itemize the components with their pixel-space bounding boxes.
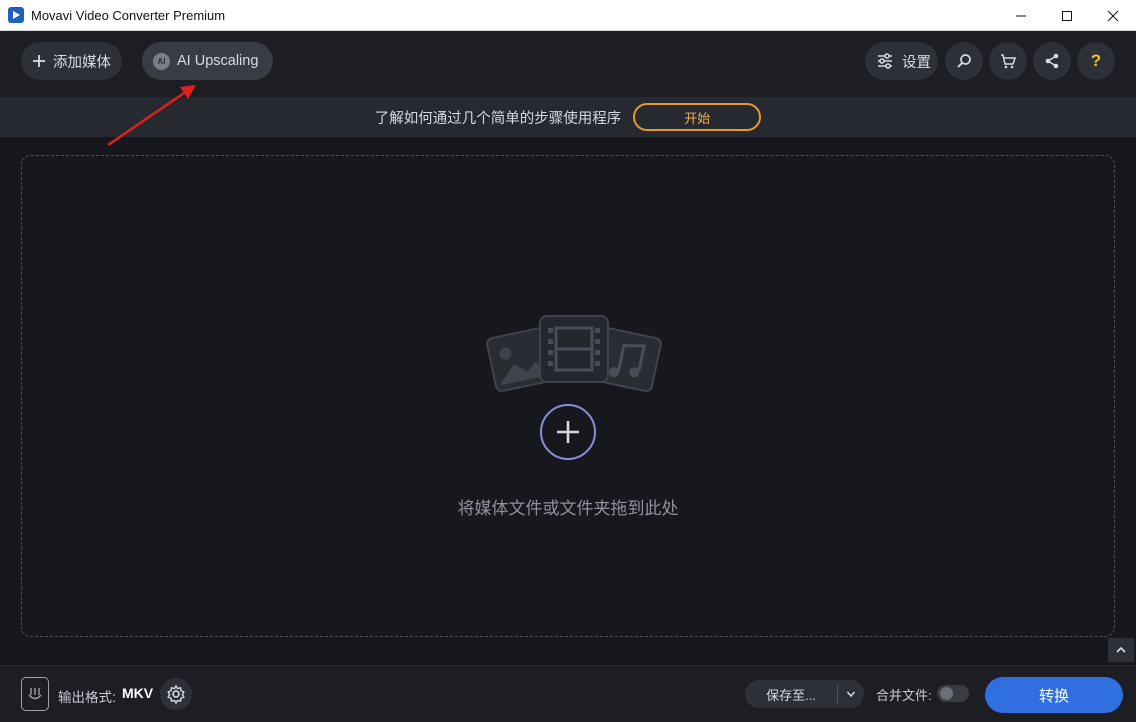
output-format-label: 输出格式: [58, 690, 116, 705]
start-button[interactable]: 开始 [633, 103, 762, 131]
share-button[interactable] [1033, 42, 1071, 80]
format-file-icon [28, 688, 42, 700]
merge-files-label: 合并文件: [876, 688, 932, 703]
media-files-icon [486, 315, 662, 393]
toggle-knob [940, 687, 953, 700]
search-button[interactable] [945, 42, 983, 80]
close-button[interactable] [1090, 0, 1136, 31]
share-icon [1045, 53, 1059, 69]
convert-label: 转换 [1038, 687, 1069, 705]
tip-bar: 了解如何通过几个简单的步骤使用程序 开始 [0, 97, 1136, 137]
window-title: Movavi Video Converter Premium [31, 7, 226, 23]
settings-label: 设置 [902, 54, 931, 71]
ai-badge-icon: AI [153, 52, 170, 70]
drop-zone[interactable]: 将媒体文件或文件夹拖到此处 [21, 155, 1115, 637]
sliders-icon [878, 53, 892, 69]
save-dropdown-button[interactable] [838, 689, 864, 699]
maximize-icon [1062, 10, 1072, 21]
main-toolbar: 添加媒体 AI AI Upscaling 设置 ? [0, 31, 1136, 97]
title-bar: Movavi Video Converter Premium [0, 0, 1136, 31]
cart-button[interactable] [989, 42, 1027, 80]
gear-icon [167, 684, 185, 704]
app-logo-icon [8, 7, 24, 23]
maximize-button[interactable] [1044, 0, 1090, 31]
tip-text: 了解如何通过几个简单的步骤使用程序 [374, 110, 622, 127]
output-format-value[interactable]: MKV [122, 685, 153, 701]
close-icon [1107, 10, 1119, 21]
convert-button[interactable]: 转换 [985, 677, 1123, 713]
format-settings-button[interactable] [160, 678, 192, 710]
minimize-button[interactable] [998, 0, 1044, 31]
bottom-bar: 输出格式: MKV 保存至... 合并文件: 转换 [0, 665, 1136, 722]
save-to-label: 保存至... [766, 687, 816, 703]
help-button[interactable]: ? [1077, 42, 1115, 80]
window-controls [998, 0, 1136, 31]
minimize-icon [1016, 15, 1026, 16]
plus-icon [557, 421, 579, 443]
plus-icon [33, 55, 45, 67]
scroll-up-button[interactable] [1108, 638, 1134, 662]
chevron-down-icon [846, 691, 856, 698]
ai-upscaling-button[interactable]: AI AI Upscaling [142, 42, 273, 80]
cart-icon [1001, 54, 1017, 69]
drop-hint-text: 将媒体文件或文件夹拖到此处 [457, 499, 679, 518]
output-format-icon[interactable] [21, 677, 49, 711]
add-files-button[interactable] [540, 404, 596, 460]
ai-upscaling-label: AI Upscaling [177, 53, 259, 69]
search-icon [957, 54, 971, 68]
start-label: 开始 [684, 110, 711, 126]
save-to-select[interactable]: 保存至... [745, 680, 864, 708]
add-media-label: 添加媒体 [53, 54, 111, 71]
add-media-button[interactable]: 添加媒体 [21, 42, 122, 80]
help-icon: ? [1090, 51, 1102, 70]
merge-files-toggle[interactable] [937, 685, 969, 702]
settings-button[interactable]: 设置 [865, 42, 938, 80]
chevron-up-icon [1116, 646, 1126, 653]
